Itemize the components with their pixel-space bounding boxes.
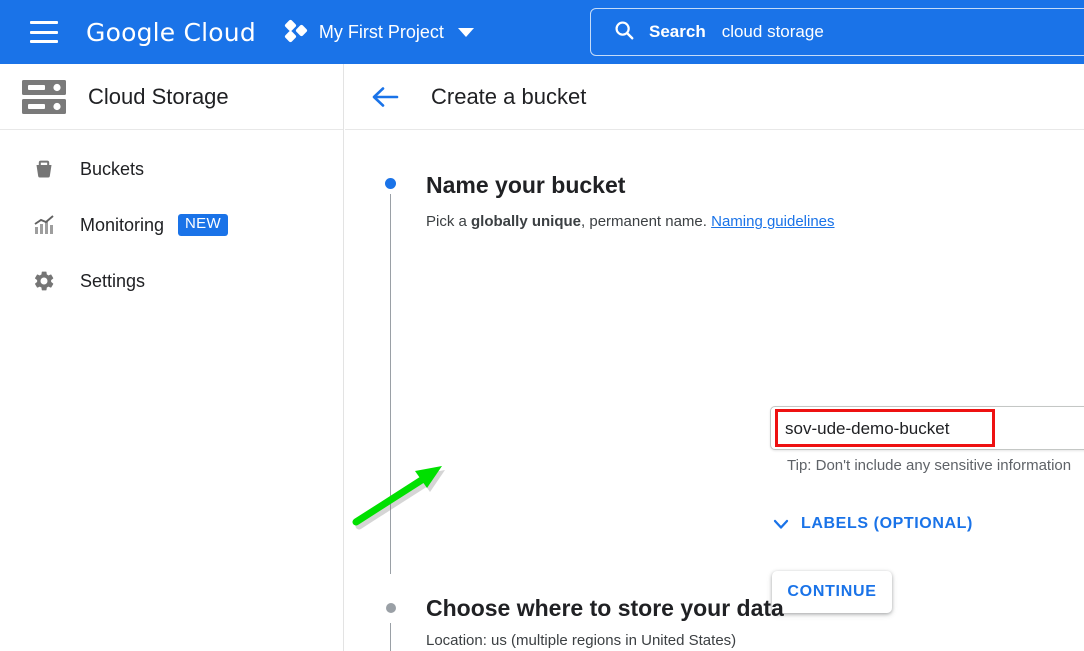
sidebar-item-label: Monitoring [80,214,165,235]
stepper-connector-line [390,623,391,651]
chevron-down-icon [457,27,474,37]
status-badge-new: NEW [178,214,228,236]
labels-expander[interactable]: LABELS (OPTIONAL) [772,515,973,533]
subtitle-text-pre: Pick a [426,213,472,230]
search-query-text: cloud storage [721,22,824,41]
page-title: Create a bucket [431,83,587,109]
step-choose-storage-location: Choose where to store your data Location… [345,595,1084,651]
main-content: Create a bucket Name your bucket Pick a … [345,64,1084,651]
search-label: Search [649,22,706,41]
hamburger-bar [30,21,58,24]
search-input[interactable]: Search cloud storage [590,8,1084,56]
sidebar-item-monitoring[interactable]: Monitoring NEW [0,206,343,244]
step-heading: Choose where to store your data [426,595,784,621]
sidebar: Cloud Storage Buckets Monitoring NEW Set… [0,64,344,651]
step-subtitle: Pick a globally unique, permanent name. … [426,213,1084,230]
google-cloud-logo[interactable]: Google Cloud [86,18,256,47]
hamburger-bar [30,30,58,34]
chevron-down-icon [772,515,790,533]
sidebar-item-label: Buckets [80,158,145,179]
top-app-bar: Google Cloud My First Project Search clo… [0,0,1084,64]
hamburger-bar [30,40,58,43]
hamburger-menu-icon[interactable] [30,21,58,43]
step-bullet-active [385,178,396,189]
stepper-connector-line [390,194,391,574]
back-arrow-icon[interactable] [371,85,399,109]
project-dots-icon [284,19,310,44]
step-bullet-pending [386,603,396,613]
bucket-creation-stepper: Name your bucket Pick a globally unique,… [345,130,1084,651]
bucket-name-value: sov-ude-demo-bucket [785,419,950,438]
project-selector[interactable]: My First Project [284,19,474,44]
labels-expander-label: LABELS (OPTIONAL) [801,515,973,532]
bucket-icon [27,157,61,181]
sidebar-item-settings[interactable]: Settings [0,262,343,300]
location-value: Location: us (multiple regions in United… [426,632,737,649]
sidebar-item-label: Settings [80,270,146,291]
sidebar-product-header: Cloud Storage [0,64,343,130]
sidebar-item-buckets[interactable]: Buckets [0,150,343,188]
step-heading: Name your bucket [426,172,626,198]
bucket-name-tip: Tip: Don't include any sensitive informa… [787,457,1072,474]
cloud-storage-server-icon [19,77,69,117]
project-name-label: My First Project [318,21,444,42]
page-header: Create a bucket [345,64,1084,130]
subtitle-text-post: , permanent name. [581,213,712,230]
naming-guidelines-link[interactable]: Naming guidelines [711,213,834,230]
subtitle-text-bold: globally unique [471,213,582,230]
step-name-your-bucket: Name your bucket Pick a globally unique,… [345,172,1084,574]
gear-icon [27,269,61,293]
line-chart-icon [27,213,61,237]
search-icon [613,19,635,46]
sidebar-product-title: Cloud Storage [88,83,229,109]
